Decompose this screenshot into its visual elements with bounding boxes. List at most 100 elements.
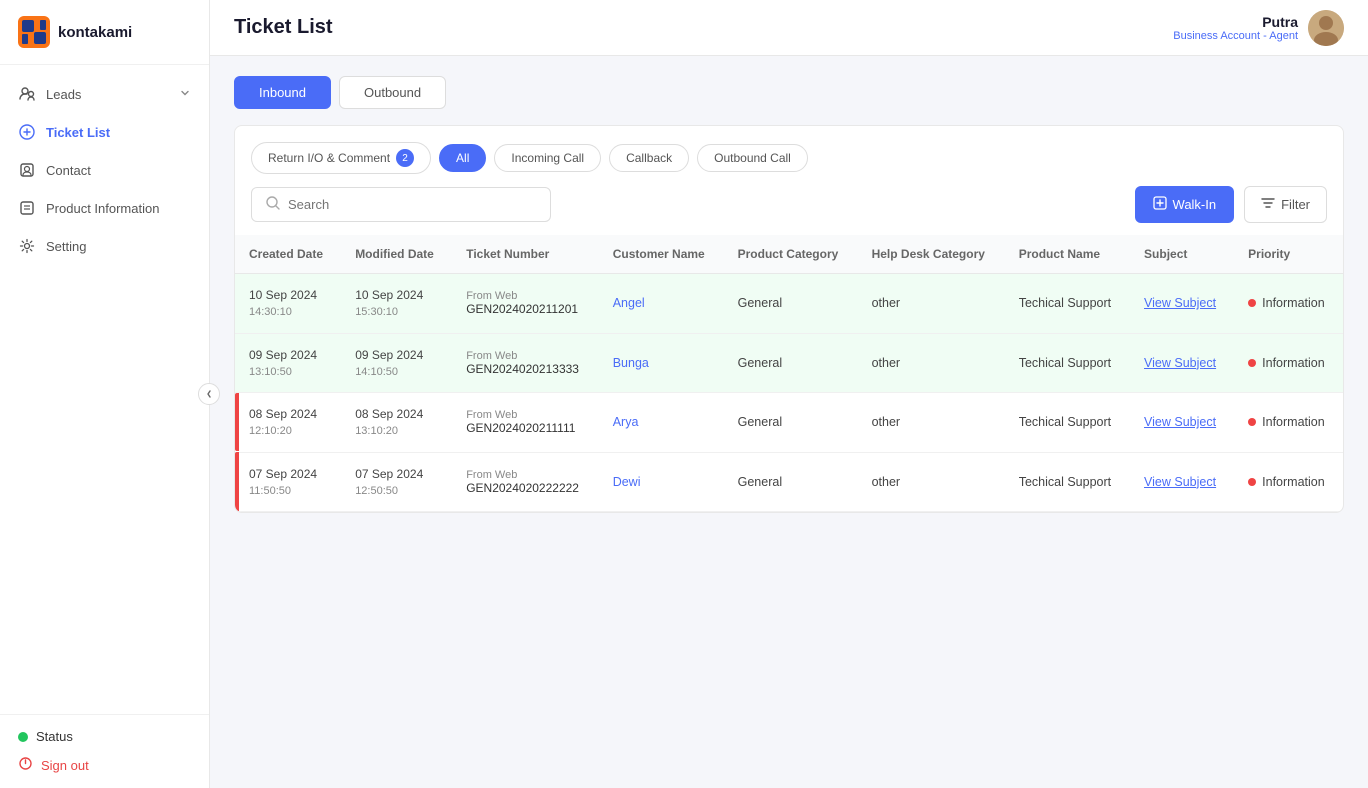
cell-ticket-number: From Web GEN2024020222222	[452, 452, 599, 512]
sidebar-item-contact[interactable]: Contact	[0, 151, 209, 189]
filter-icon	[1261, 196, 1275, 213]
sidebar-item-ticket-label: Ticket List	[46, 125, 110, 140]
tab-outbound[interactable]: Outbound	[339, 76, 446, 109]
user-role: Business Account - Agent	[1173, 30, 1298, 42]
cell-product-category: General	[724, 393, 858, 453]
search-icon	[266, 196, 280, 213]
cell-product-category: General	[724, 333, 858, 393]
cell-product-name: Techical Support	[1005, 333, 1130, 393]
tab-inbound[interactable]: Inbound	[234, 76, 331, 109]
cell-ticket-number: From Web GEN2024020211201	[452, 274, 599, 334]
cell-ticket-number: From Web GEN2024020213333	[452, 333, 599, 393]
chip-all[interactable]: All	[439, 144, 486, 172]
cell-created-date: 08 Sep 2024 12:10:20	[235, 393, 341, 453]
chip-return-badge: 2	[396, 149, 414, 167]
sidebar-item-setting[interactable]: Setting	[0, 227, 209, 265]
customer-link[interactable]: Arya	[613, 415, 639, 429]
logo-icon	[18, 16, 50, 48]
avatar	[1308, 10, 1344, 46]
col-product-category: Product Category	[724, 235, 858, 274]
page-title: Ticket List	[234, 16, 333, 39]
chip-incoming-call[interactable]: Incoming Call	[494, 144, 601, 172]
content-area: Inbound Outbound Return I/O & Comment 2 …	[210, 56, 1368, 788]
ticket-icon	[18, 123, 36, 141]
search-input[interactable]	[288, 197, 536, 212]
col-helpdesk-category: Help Desk Category	[858, 235, 1005, 274]
cell-created-date: 07 Sep 2024 11:50:50	[235, 452, 341, 512]
walkin-label: Walk-In	[1173, 197, 1217, 212]
table-row: 10 Sep 2024 14:30:10 10 Sep 2024 15:30:1…	[235, 274, 1343, 334]
logo-area: kontakami	[0, 0, 209, 65]
contact-icon	[18, 161, 36, 179]
customer-link[interactable]: Angel	[613, 296, 645, 310]
ticket-table-card: Return I/O & Comment 2 All Incoming Call…	[234, 125, 1344, 513]
cell-modified-date: 08 Sep 2024 13:10:20	[341, 393, 452, 453]
col-subject: Subject	[1130, 235, 1234, 274]
cell-priority: Information	[1234, 333, 1343, 393]
cell-helpdesk-category: other	[858, 393, 1005, 453]
sign-out-label: Sign out	[41, 758, 89, 773]
walkin-button[interactable]: Walk-In	[1135, 186, 1235, 223]
nav-items: Leads Ticket List Contact Product Inform…	[0, 65, 209, 714]
gear-icon	[18, 237, 36, 255]
sidebar-item-contact-label: Contact	[46, 163, 91, 178]
user-text-area: Putra Business Account - Agent	[1173, 14, 1298, 42]
chip-return-io[interactable]: Return I/O & Comment 2	[251, 142, 431, 174]
filter-button[interactable]: Filter	[1244, 186, 1327, 223]
sidebar-item-ticket-list[interactable]: Ticket List	[0, 113, 209, 151]
status-label: Status	[36, 729, 73, 744]
cell-helpdesk-category: other	[858, 333, 1005, 393]
product-icon	[18, 199, 36, 217]
sidebar: kontakami Leads Ticket List Contact	[0, 0, 210, 788]
chip-outbound-call[interactable]: Outbound Call	[697, 144, 808, 172]
cell-subject: View Subject	[1130, 393, 1234, 453]
sidebar-item-setting-label: Setting	[46, 239, 86, 254]
cell-helpdesk-category: other	[858, 452, 1005, 512]
main-tabs: Inbound Outbound	[234, 76, 1344, 109]
priority-dot	[1248, 299, 1256, 307]
cell-customer-name: Angel	[599, 274, 724, 334]
view-subject-link[interactable]: View Subject	[1144, 296, 1216, 310]
chip-outbound-label: Outbound Call	[714, 151, 791, 165]
status-indicator	[18, 732, 28, 742]
main-content: Ticket List Putra Business Account - Age…	[210, 0, 1368, 788]
cell-product-name: Techical Support	[1005, 393, 1130, 453]
chip-callback-label: Callback	[626, 151, 672, 165]
cell-created-date: 10 Sep 2024 14:30:10	[235, 274, 341, 334]
chip-callback[interactable]: Callback	[609, 144, 689, 172]
sidebar-item-product-label: Product Information	[46, 201, 159, 216]
cell-priority: Information	[1234, 393, 1343, 453]
customer-link[interactable]: Bunga	[613, 356, 649, 370]
chip-all-label: All	[456, 151, 469, 165]
topbar: Ticket List Putra Business Account - Age…	[210, 0, 1368, 56]
sidebar-item-product-info[interactable]: Product Information	[0, 189, 209, 227]
customer-link[interactable]: Dewi	[613, 475, 641, 489]
col-priority: Priority	[1234, 235, 1343, 274]
cell-created-date: 09 Sep 2024 13:10:50	[235, 333, 341, 393]
cell-ticket-number: From Web GEN2024020211111	[452, 393, 599, 453]
cell-customer-name: Dewi	[599, 452, 724, 512]
collapse-sidebar-button[interactable]	[198, 383, 220, 405]
ticket-table: Created Date Modified Date Ticket Number…	[235, 235, 1343, 512]
view-subject-link[interactable]: View Subject	[1144, 475, 1216, 489]
cell-subject: View Subject	[1130, 333, 1234, 393]
table-header-row: Created Date Modified Date Ticket Number…	[235, 235, 1343, 274]
sidebar-item-leads[interactable]: Leads	[0, 75, 209, 113]
user-name: Putra	[1173, 14, 1298, 30]
cell-product-name: Techical Support	[1005, 452, 1130, 512]
cell-customer-name: Bunga	[599, 333, 724, 393]
cell-subject: View Subject	[1130, 452, 1234, 512]
chip-return-label: Return I/O & Comment	[268, 151, 390, 165]
col-ticket-number: Ticket Number	[452, 235, 599, 274]
cell-product-category: General	[724, 274, 858, 334]
col-modified-date: Modified Date	[341, 235, 452, 274]
view-subject-link[interactable]: View Subject	[1144, 415, 1216, 429]
view-subject-link[interactable]: View Subject	[1144, 356, 1216, 370]
priority-dot	[1248, 478, 1256, 486]
sign-out-button[interactable]: Sign out	[18, 756, 191, 774]
sidebar-bottom: Status Sign out	[0, 714, 209, 788]
cell-priority: Information	[1234, 274, 1343, 334]
actions-right: Walk-In Filter	[1135, 186, 1327, 223]
cell-modified-date: 07 Sep 2024 12:50:50	[341, 452, 452, 512]
table-row: 08 Sep 2024 12:10:20 08 Sep 2024 13:10:2…	[235, 393, 1343, 453]
